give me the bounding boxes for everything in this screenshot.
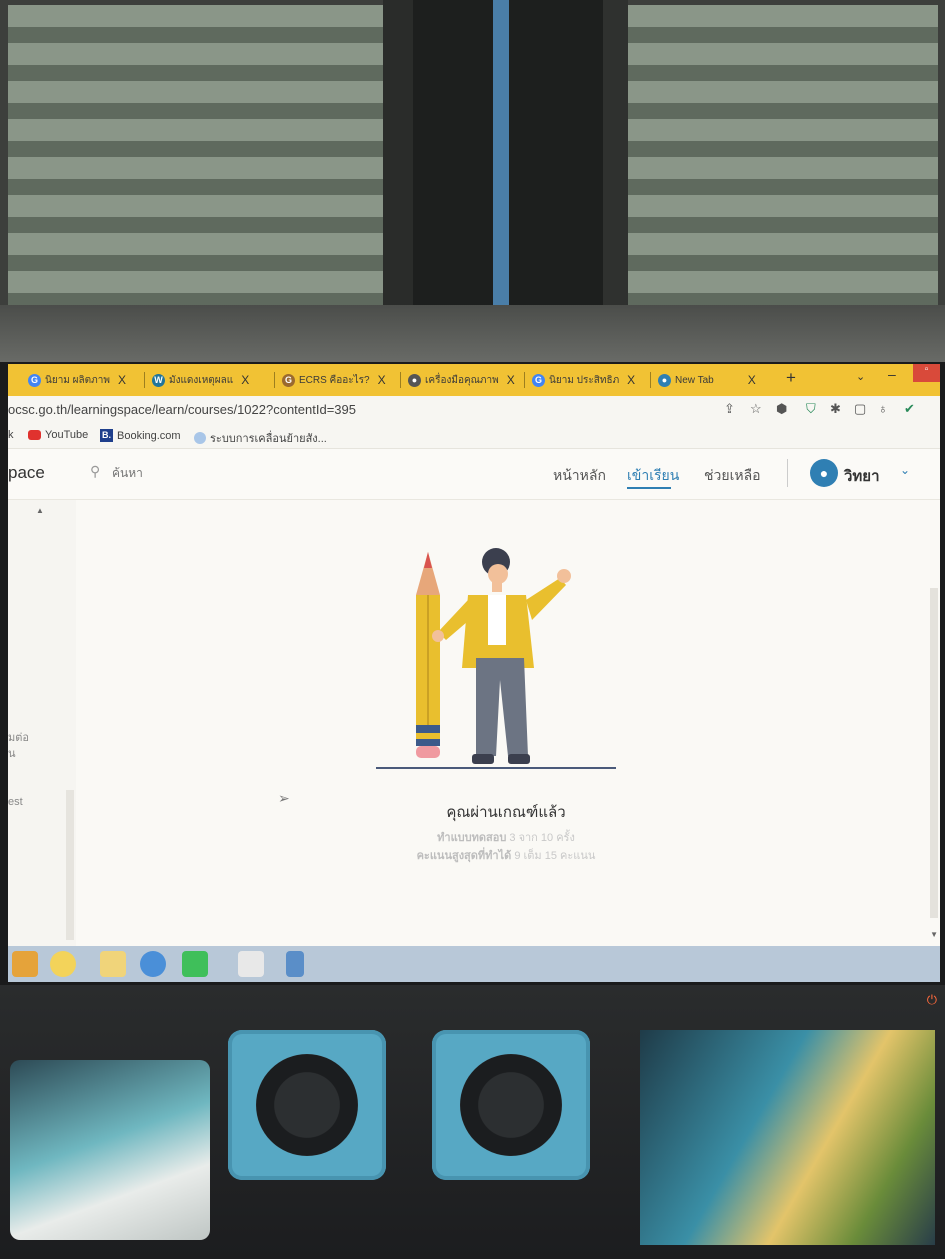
close-icon[interactable]: X <box>748 373 756 387</box>
site-logo[interactable]: pace <box>8 463 45 483</box>
g-site-icon: G <box>282 373 295 387</box>
search-input[interactable] <box>110 461 284 485</box>
site-header: pace ⚲ หน้าหลัก เข้าเรียน ช่วยเหลือ ● วิ… <box>8 449 940 500</box>
monitor-screen: G นิยาม ผลิตภาพ X W มังแดงเหตุผลแ X G EC… <box>8 364 940 982</box>
pencil-person-illustration <box>376 548 616 769</box>
bookmark-booking[interactable]: B. Booking.com <box>100 429 181 442</box>
close-icon[interactable]: X <box>118 373 126 387</box>
chevron-down-icon[interactable]: ⌄ <box>900 463 910 477</box>
chrome-icon[interactable] <box>140 951 166 977</box>
calendar-icon[interactable] <box>238 951 264 977</box>
browser-tab[interactable]: G ECRS คืออะไร? X <box>282 367 386 393</box>
app-icon[interactable] <box>50 951 76 977</box>
google-icon: G <box>28 373 41 387</box>
youtube-icon <box>28 430 41 440</box>
course-sidebar: ▲ มต่อ น est <box>8 500 76 946</box>
window-blinds-photo <box>0 0 945 330</box>
browser-tab-strip: G นิยาม ผลิตภาพ X W มังแดงเหตุผลแ X G EC… <box>8 364 940 396</box>
chevron-down-icon[interactable]: ⌄ <box>856 370 865 383</box>
windows-taskbar <box>8 946 940 982</box>
booking-icon: B. <box>100 429 113 442</box>
search-box[interactable]: ⚲ <box>74 459 294 487</box>
extension-shield-icon[interactable]: ⛉ <box>806 401 816 417</box>
speaker-cone <box>256 1054 358 1156</box>
profile-icon[interactable]: ♁ <box>878 401 888 416</box>
globe-icon <box>194 432 206 444</box>
bookmarks-bar: k YouTube B. Booking.com ระบบการเคลื่อนย… <box>8 424 940 449</box>
user-name[interactable]: วิทยา <box>844 464 880 488</box>
sidebar-item-label[interactable]: น <box>8 744 16 762</box>
close-icon[interactable]: X <box>378 373 386 387</box>
line-icon[interactable] <box>182 951 208 977</box>
chrome-icon: ● <box>658 373 671 387</box>
security-check-icon[interactable]: ✔ <box>904 401 915 417</box>
nav-divider <box>787 459 788 487</box>
scroll-down-icon[interactable]: ▼ <box>930 930 938 939</box>
blind-right <box>628 5 938 305</box>
google-icon: G <box>532 373 545 387</box>
adblock-icon[interactable]: ⬢ <box>776 401 787 417</box>
attempts-info: ทำแบบทดสอบ 3 จาก 10 ครั้ง <box>437 832 575 844</box>
word-icon[interactable] <box>286 951 304 977</box>
start-icon[interactable] <box>12 951 38 977</box>
close-icon[interactable]: X <box>507 373 515 387</box>
browser-tab[interactable]: W มังแดงเหตุผลแ X <box>152 367 249 393</box>
blind-left <box>8 5 383 305</box>
speaker-cone <box>460 1054 562 1156</box>
close-icon[interactable]: X <box>627 373 635 387</box>
user-avatar-icon[interactable]: ● <box>810 459 838 487</box>
nav-learn[interactable]: เข้าเรียน <box>627 465 679 487</box>
nav-home[interactable]: หน้าหลัก <box>553 465 606 487</box>
wordpress-icon: W <box>152 373 165 387</box>
browser-tab-active[interactable]: ● New Tab X <box>658 367 756 393</box>
address-bar[interactable]: ocsc.go.th/learningspace/learn/courses/1… <box>8 396 940 424</box>
sidepanel-icon[interactable]: ▢ <box>854 401 866 417</box>
bookmark-transport[interactable]: ระบบการเคลื่อนย้ายสัง... <box>194 429 327 447</box>
scroll-up-icon[interactable]: ▲ <box>36 506 44 515</box>
bookmark-youtube[interactable]: YouTube <box>28 429 88 441</box>
main-content: ➢ คุณผ่านเกณฑ์แล้ว ทำแบบทดสอบ 3 จาก 10 ค… <box>76 500 940 946</box>
window-frame <box>383 0 628 310</box>
browser-tab[interactable]: G นิยาม ประสิทธิภ X <box>532 367 635 393</box>
browser-tab[interactable]: G นิยาม ผลิตภาพ X <box>28 367 126 393</box>
browser-tab[interactable]: ● เครื่องมือคุณภาพ X <box>408 367 515 393</box>
nav-active-indicator <box>627 487 671 489</box>
bookmark-item[interactable]: k <box>8 429 14 441</box>
result-title: คุณผ่านเกณฑ์แล้ว <box>446 804 566 821</box>
star-icon[interactable]: ☆ <box>750 401 762 417</box>
url-text[interactable]: ocsc.go.th/learningspace/learn/courses/1… <box>8 402 356 417</box>
folder-icon[interactable] <box>100 951 126 977</box>
speaker-left <box>228 1030 386 1180</box>
restore-icon[interactable]: ▫ <box>913 364 940 382</box>
nav-help[interactable]: ช่วยเหลือ <box>704 465 761 487</box>
close-icon[interactable]: X <box>241 373 249 387</box>
desk-object-right <box>640 1030 935 1245</box>
wall <box>0 305 945 365</box>
sidebar-scrollbar[interactable] <box>66 790 74 940</box>
sidebar-item-label[interactable]: est <box>8 796 23 808</box>
site-icon: ● <box>408 373 421 387</box>
puzzle-icon[interactable]: ✱ <box>830 401 841 417</box>
share-icon[interactable]: ⇪ <box>724 401 735 417</box>
new-tab-button[interactable]: + <box>786 368 796 388</box>
best-score-info: คะแนนสูงสุดที่ทำได้ 9 เต็ม 15 คะแนน <box>416 850 596 862</box>
desk-object-left <box>10 1060 210 1240</box>
page-scrollbar[interactable] <box>930 588 938 918</box>
minimize-icon[interactable]: – <box>888 366 896 382</box>
search-icon: ⚲ <box>90 463 101 479</box>
speaker-right <box>432 1030 590 1180</box>
monitor-power-icon: ⏻ <box>926 992 937 1007</box>
mouse-cursor-icon: ➢ <box>278 790 290 806</box>
